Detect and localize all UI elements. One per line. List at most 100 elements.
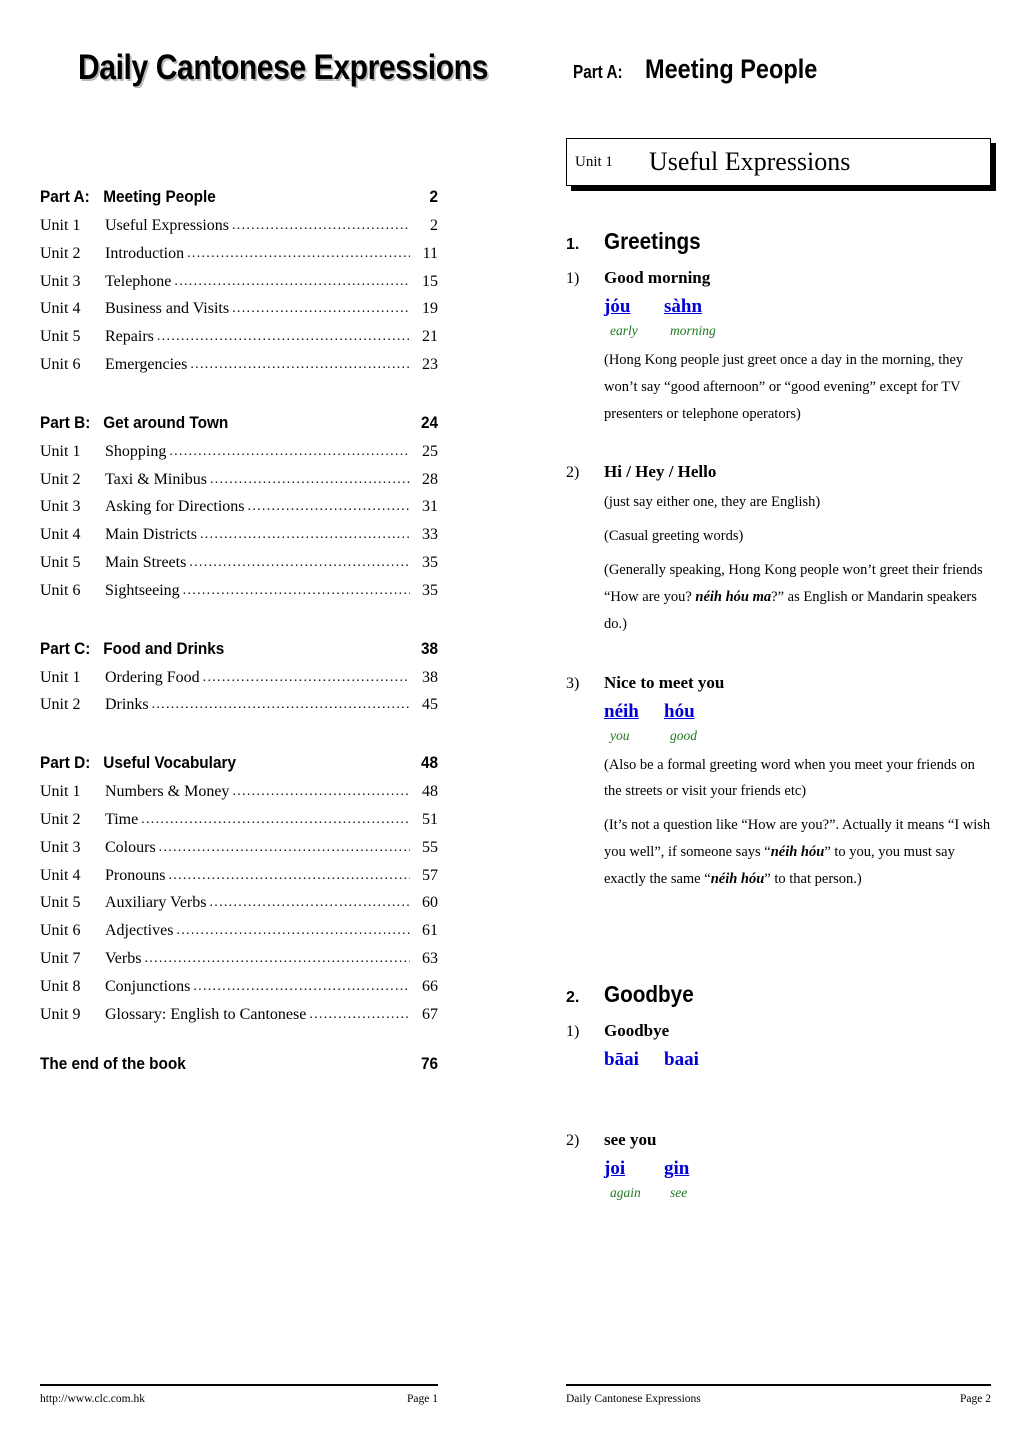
toc-entry[interactable]: Unit 6 Emergencies .....................… xyxy=(40,355,438,374)
toc-part-page: 24 xyxy=(420,413,439,432)
toc-entry[interactable]: Unit 3 Asking for Directions ...........… xyxy=(40,499,438,516)
toc-entry[interactable]: Unit 2 Taxi & Minibus ..................… xyxy=(40,470,438,489)
toc-leader-dots: ........................................… xyxy=(141,812,410,827)
toc-entry[interactable]: Unit 2 Introduction ....................… xyxy=(40,245,438,263)
note-romanization: néih hóu xyxy=(710,870,765,887)
gloss-row: you good xyxy=(610,727,991,745)
toc-entry[interactable]: Unit 1 Ordering Food ...................… xyxy=(40,668,438,687)
toc-leader-dots: ........................................… xyxy=(202,670,410,685)
item-note: (Also be a formal greeting word when you… xyxy=(604,756,975,800)
toc-entry[interactable]: Unit 4 Main Districts ..................… xyxy=(40,526,438,544)
footer-page-number: Page 2 xyxy=(960,1393,991,1405)
toc-entry[interactable]: Unit 5 Repairs .........................… xyxy=(40,328,438,346)
toc-entry[interactable]: Unit 2 Drinks ..........................… xyxy=(40,697,438,714)
item-english: Good morning xyxy=(604,268,711,287)
toc-group-gap xyxy=(40,714,438,732)
toc-unit-page: 31 xyxy=(422,498,438,516)
toc-unit-page: 66 xyxy=(422,977,438,995)
item-english: see you xyxy=(604,1129,657,1149)
toc-unit-title: Shopping xyxy=(105,442,167,460)
toc-entry[interactable]: Unit 6 Sightseeing .....................… xyxy=(40,581,438,600)
toc-unit-label: Unit 3 xyxy=(40,498,81,516)
toc-part-heading[interactable]: Part D: Useful Vocabulary 48 xyxy=(40,754,438,773)
toc-unit-title: Verbs xyxy=(105,949,142,967)
toc-entry[interactable]: Unit 8 Conjunctions ....................… xyxy=(40,977,438,996)
footer-url[interactable]: http://www.clc.com.hk xyxy=(40,1393,407,1405)
toc-part-label: Part B: xyxy=(40,413,91,432)
toc-unit-page: 23 xyxy=(422,355,438,373)
toc-part-heading[interactable]: Part B: Get around Town 24 xyxy=(40,414,438,433)
section-number: 2. xyxy=(566,988,580,1006)
romanization-row: jóu sàhn xyxy=(604,296,991,318)
toc-unit-label: Unit 1 xyxy=(40,217,81,234)
item-number: 2) xyxy=(566,1131,580,1149)
toc-leader-dots: ........................................… xyxy=(144,951,410,966)
toc-part-heading[interactable]: Part C: Food and Drinks 38 xyxy=(40,640,438,659)
item-number: 1) xyxy=(566,1022,580,1040)
item-english: Goodbye xyxy=(604,1020,670,1040)
toc-entry[interactable]: Unit 1 Numbers & Money .................… xyxy=(40,783,438,801)
item-number: 1) xyxy=(566,270,580,287)
toc-unit-label: Unit 3 xyxy=(40,838,81,856)
toc-unit-page: 28 xyxy=(422,470,438,488)
romanization-text: sàhn xyxy=(664,296,703,317)
romanization-text: jóu xyxy=(604,296,631,317)
toc-part-label: Part A: xyxy=(40,188,90,206)
toc-leader-dots: ........................................… xyxy=(190,357,410,372)
toc-entry[interactable]: Unit 9 Glossary: English to Cantonese ..… xyxy=(40,1005,438,1024)
romanization-row: néih hóu xyxy=(604,701,991,723)
toc-unit-title: Emergencies xyxy=(105,355,188,373)
toc-leader-dots: ........................................… xyxy=(156,330,410,345)
toc-unit-page: 15 xyxy=(422,272,438,290)
toc-unit-title: Numbers & Money xyxy=(105,783,230,801)
toc-unit-title: Telephone xyxy=(105,272,172,290)
toc-unit-title: Pronouns xyxy=(105,866,166,884)
toc-entry[interactable]: Unit 4 Business and Visits .............… xyxy=(40,301,438,318)
toc-leader-dots: ........................................… xyxy=(193,979,410,994)
gloss-text: again xyxy=(610,1184,641,1200)
toc-unit-page: 35 xyxy=(422,581,438,599)
toc-entry[interactable]: Unit 7 Verbs ...........................… xyxy=(40,949,438,968)
toc-leader-dots: ........................................… xyxy=(232,302,410,317)
toc-entry[interactable]: Unit 5 Auxiliary Verbs .................… xyxy=(40,895,438,912)
lesson-section-heading: 2. Goodbye xyxy=(566,981,991,1008)
item-note: (just say either one, they are English) xyxy=(604,494,821,511)
toc-unit-title: Taxi & Minibus xyxy=(105,470,207,488)
toc-entry[interactable]: Unit 6 Adjectives ......................… xyxy=(40,922,438,940)
toc-leader-dots: ........................................… xyxy=(182,583,410,598)
gloss-cell: you xyxy=(610,727,670,745)
toc-unit-label: Unit 2 xyxy=(40,810,81,828)
gloss-text: morning xyxy=(670,323,716,338)
note-text-post: ” to that person.) xyxy=(764,870,862,887)
item-number: 3) xyxy=(566,674,580,692)
toc-unit-title: Business and Visits xyxy=(105,300,230,318)
romanization-syllable: sàhn xyxy=(664,296,724,318)
toc-entry[interactable]: Unit 3 Telephone .......................… xyxy=(40,272,438,291)
toc-unit-page: 25 xyxy=(422,442,438,460)
item-english: Hi / Hey / Hello xyxy=(604,462,717,482)
toc-end-of-book[interactable]: The end of the book 76 xyxy=(40,1055,438,1074)
toc-entry[interactable]: Unit 4 Pronouns ........................… xyxy=(40,866,438,885)
toc-entry[interactable]: Unit 1 Shopping ........................… xyxy=(40,442,438,461)
toc-unit-title: Colours xyxy=(105,838,156,856)
toc-unit-title: Glossary: English to Cantonese xyxy=(105,1005,307,1023)
toc-entry[interactable]: Unit 5 Main Streets ....................… xyxy=(40,553,438,572)
toc-entry[interactable]: Unit 1 Useful Expressions ..............… xyxy=(40,217,438,235)
romanization-syllable: bāai xyxy=(604,1049,664,1071)
toc-unit-label: Unit 4 xyxy=(40,526,81,544)
toc-unit-page: 45 xyxy=(422,696,438,714)
toc-leader-dots: ........................................… xyxy=(309,1007,410,1022)
toc-leader-dots: ........................................… xyxy=(231,219,410,233)
toc-leader-dots: ........................................… xyxy=(174,274,410,289)
toc-part-heading[interactable]: Part A: Meeting People 2 xyxy=(40,188,438,207)
toc-leader-dots: ........................................… xyxy=(151,698,410,713)
lesson-item: 1) Good morning xyxy=(566,268,991,288)
toc-entry[interactable]: Unit 2 Time ............................… xyxy=(40,810,438,829)
vertical-spacer xyxy=(566,893,991,939)
toc-unit-page: 63 xyxy=(422,949,438,967)
toc-part-label: Part D: xyxy=(40,754,91,773)
toc-unit-title: Main Streets xyxy=(105,553,187,571)
toc-unit-label: Unit 1 xyxy=(40,668,81,686)
toc-entry[interactable]: Unit 3 Colours .........................… xyxy=(40,838,438,857)
item-english: Nice to meet you xyxy=(604,672,725,692)
